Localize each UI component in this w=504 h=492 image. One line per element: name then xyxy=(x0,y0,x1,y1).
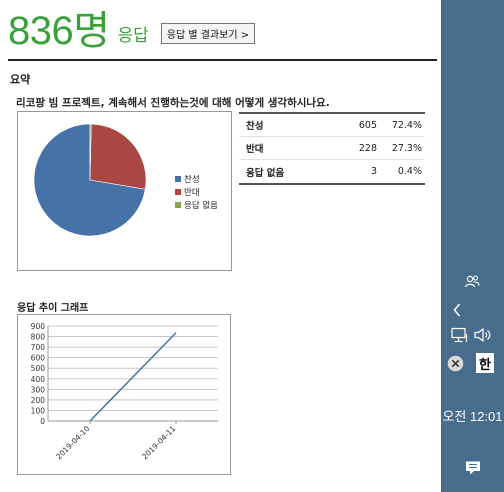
summary-title: 요약 xyxy=(10,73,31,86)
legend-item: 반대 xyxy=(175,185,218,198)
question-text: 리코팡 빔 프로젝트, 계속해서 진행하는것에 대해 어떻게 생각하시나요. xyxy=(16,97,330,109)
close-circle-icon[interactable] xyxy=(445,353,465,373)
network-icon[interactable] xyxy=(450,325,470,345)
y-tick-label: 800 xyxy=(31,333,46,342)
legend-swatch xyxy=(175,188,181,195)
ime-mode-indicator[interactable]: 한 xyxy=(476,353,494,373)
y-tick-label: 0 xyxy=(40,417,45,426)
legend-label: 반대 xyxy=(184,187,200,198)
result-percent: 0.4% xyxy=(397,166,422,177)
y-tick-label: 700 xyxy=(31,343,46,352)
result-label: 응답 없음 xyxy=(246,167,285,179)
legend-item: 찬성 xyxy=(175,172,218,185)
chevron-left-icon[interactable] xyxy=(450,300,464,320)
volume-icon[interactable] xyxy=(473,325,493,345)
taskbar: 한 오전 12:01 xyxy=(441,0,504,492)
response-header: 836명 응답 응답 별 결과보기 > xyxy=(8,4,256,54)
result-count: 605 xyxy=(358,119,377,131)
y-tick-label: 500 xyxy=(31,364,46,373)
trend-chart-svg: 0 100200 300400 500600 700800 900 2019-04-10 20… xyxy=(31,322,218,461)
y-tick-label: 300 xyxy=(31,385,46,394)
y-tick-label: 600 xyxy=(31,354,46,363)
result-count: 3 xyxy=(370,166,377,177)
response-count-unit: 응답 xyxy=(117,26,149,46)
results-row: 응답 없음 3 0.4% xyxy=(239,160,425,183)
results-table: 찬성 605 72.4% 반대 228 27.3% 응답 없음 3 0.4% xyxy=(239,112,425,185)
results-row: 찬성 605 72.4% xyxy=(239,114,425,137)
x-tick-label: 2019-04-10 xyxy=(54,424,91,461)
taskbar-clock[interactable]: 오전 12:01 xyxy=(441,406,504,425)
header-divider xyxy=(8,59,437,61)
x-tick-label: 2019-04-11 xyxy=(140,424,177,461)
pie-slice xyxy=(89,123,147,190)
pie-chart-svg xyxy=(33,123,147,237)
pie-chart: 찬성반대응답 없음 xyxy=(17,111,232,271)
legend-swatch xyxy=(175,175,181,182)
y-tick-label: 900 xyxy=(31,322,46,331)
results-row: 반대 228 27.3% xyxy=(239,137,425,160)
trend-chart: 0 100 200 300 400 500 600 700 800 900 2019-04-10 20… xyxy=(17,314,231,475)
result-count: 228 xyxy=(358,142,377,154)
result-label: 반대 xyxy=(246,144,264,155)
legend-swatch xyxy=(175,201,181,208)
result-label: 찬성 xyxy=(246,121,264,132)
y-tick-label: 400 xyxy=(31,375,46,384)
notification-icon[interactable] xyxy=(462,458,484,478)
y-tick-label: 100 xyxy=(31,406,46,415)
legend-label: 응답 없음 xyxy=(184,200,218,211)
response-count: 836명 xyxy=(8,9,110,53)
people-icon[interactable] xyxy=(461,272,483,292)
view-results-by-response-button[interactable]: 응답 별 결과보기 > xyxy=(160,23,256,44)
result-percent: 27.3% xyxy=(391,142,422,154)
series-line xyxy=(89,332,177,422)
survey-results-page: 836명 응답 응답 별 결과보기 > 요약 리코팡 빔 프로젝트, 계속해서 … xyxy=(0,0,441,492)
pie-legend: 찬성반대응답 없음 xyxy=(175,172,218,211)
legend-item: 응답 없음 xyxy=(175,198,218,211)
y-tick-label: 200 xyxy=(31,396,46,405)
legend-label: 찬성 xyxy=(184,174,200,185)
result-percent: 72.4% xyxy=(391,119,422,131)
trend-title: 응답 추이 그래프 xyxy=(17,303,89,314)
